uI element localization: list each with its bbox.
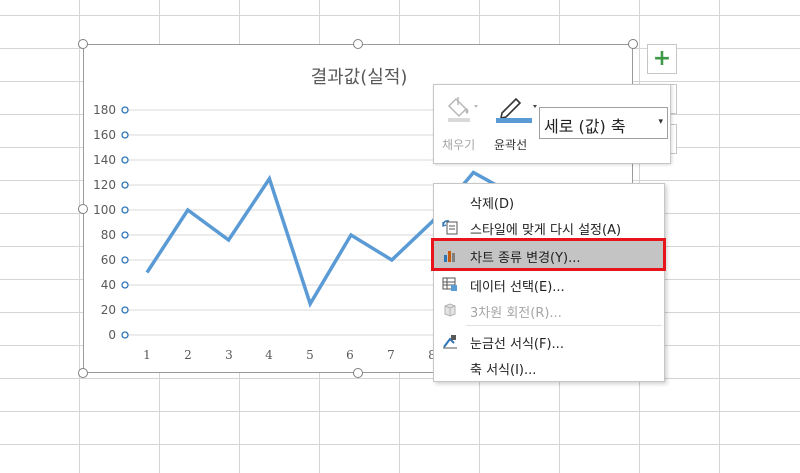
cube-icon	[444, 303, 456, 317]
menu-item-label: 차트 종류 변경(Y)...	[470, 251, 581, 266]
x-tick-label: 4	[265, 348, 273, 362]
y-tick-label: 0	[108, 328, 116, 342]
axis-selection-marker	[121, 106, 129, 114]
chart-elements-button[interactable]: +	[647, 44, 677, 74]
chart-element-select-value: 세로 (값) 축	[544, 117, 626, 136]
menu-item-change-chart-type[interactable]: 차트 종류 변경(Y)...	[434, 242, 664, 268]
axis-selection-marker	[121, 206, 129, 214]
y-tick-label: 160	[93, 128, 116, 142]
menu-item-label: 데이터 선택(E)...	[470, 280, 565, 295]
menu-item-reset-style[interactable]: 스타일에 맞게 다시 설정(A)	[434, 214, 664, 240]
reset-style-icon	[442, 220, 458, 235]
resize-handle-top-right[interactable]	[628, 39, 638, 49]
x-tick-label: 3	[225, 348, 233, 362]
menu-item-delete[interactable]: 삭제(D)	[434, 188, 664, 214]
resize-handle-top-left[interactable]	[78, 39, 88, 49]
x-tick-label: 7	[387, 348, 395, 362]
menu-item-label: 스타일에 맞게 다시 설정(A)	[470, 223, 622, 238]
axis-selection-marker	[121, 331, 129, 339]
y-tick-label: 120	[93, 178, 116, 192]
menu-item-format-axis[interactable]: 축 서식(I)...	[434, 354, 664, 380]
menu-item-label: 눈금선 서식(F)...	[470, 337, 564, 352]
fill-button[interactable]: 채우기	[442, 89, 492, 157]
menu-item-select-data[interactable]: 데이터 선택(E)...	[434, 271, 664, 297]
context-menu: 삭제(D) 스타일에 맞게 다시 설정(A) 차트 종류 변경(Y)... 데이…	[431, 183, 666, 382]
data-table-icon	[442, 277, 457, 291]
y-tick-label: 100	[93, 203, 116, 217]
x-tick-label: 2	[184, 348, 192, 362]
axis-selection-marker	[121, 131, 129, 139]
y-tick-label: 140	[93, 153, 116, 167]
paint-bucket-icon	[447, 97, 478, 122]
outline-label: 윤곽선	[494, 138, 528, 152]
chart-element-select[interactable]: 세로 (값) 축 ▾	[539, 107, 668, 139]
format-gridlines-icon	[443, 335, 457, 349]
y-tick-label: 80	[100, 228, 116, 242]
chevron-down-icon: ▾	[658, 117, 663, 127]
x-tick-label: 5	[306, 348, 314, 362]
y-tick-label: 40	[100, 278, 116, 292]
resize-handle-left[interactable]	[78, 204, 88, 214]
resize-handle-top[interactable]	[353, 39, 363, 49]
mini-format-toolbar: 채우기 윤곽선 세로 (값) 축 ▾	[433, 84, 671, 164]
menu-separator	[466, 325, 662, 326]
y-tick-label: 60	[100, 253, 116, 267]
axis-selection-marker	[121, 306, 129, 314]
fill-label: 채우기	[442, 138, 476, 152]
menu-item-label: 축 서식(I)...	[470, 363, 537, 378]
axis-selection-marker	[121, 281, 129, 289]
bar-chart-icon	[444, 251, 455, 262]
menu-item-format-gridlines[interactable]: 눈금선 서식(F)...	[434, 328, 664, 354]
x-tick-label: 1	[143, 348, 151, 362]
menu-item-label: 3차원 회전(R)...	[470, 306, 562, 321]
axis-selection-marker	[121, 181, 129, 189]
axis-selection-marker	[121, 156, 129, 164]
x-tick-label: 6	[346, 348, 354, 362]
y-tick-label: 20	[100, 303, 116, 317]
outline-button[interactable]: 윤곽선	[492, 89, 540, 157]
resize-handle-bottom[interactable]	[353, 368, 363, 378]
axis-selection-marker	[121, 256, 129, 264]
menu-item-label: 삭제(D)	[470, 197, 515, 212]
pen-icon	[496, 97, 537, 123]
resize-handle-bottom-left[interactable]	[78, 368, 88, 378]
axis-selection-marker	[121, 231, 129, 239]
menu-item-3d-rotation[interactable]: 3차원 회전(R)...	[434, 297, 664, 323]
y-tick-label: 180	[93, 103, 116, 117]
